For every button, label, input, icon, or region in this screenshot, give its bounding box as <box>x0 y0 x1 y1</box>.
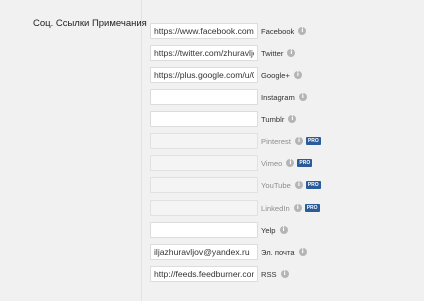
info-icon[interactable]: i <box>286 159 295 167</box>
info-icon[interactable]: i <box>293 71 302 79</box>
social-link-row: Vimeo i PRO <box>150 155 313 171</box>
social-link-label: Twitter <box>261 48 284 58</box>
social-link-label: Facebook <box>261 26 295 36</box>
social-link-label: LinkedIn <box>261 203 290 213</box>
social-link-label: Instagram <box>261 92 295 102</box>
pro-badge: PRO <box>305 137 321 145</box>
social-link-input[interactable] <box>150 67 258 83</box>
social-link-row: Twitteri <box>150 45 296 61</box>
social-link-row: YouTube i PRO <box>150 177 321 193</box>
social-link-row: Google+i <box>150 67 302 83</box>
pro-badge: PRO <box>305 181 321 189</box>
social-link-label: Эл. почта <box>261 247 295 257</box>
social-link-input[interactable] <box>150 266 258 282</box>
social-link-label: Vimeo <box>261 158 283 168</box>
social-link-label: Tumblr <box>261 114 285 124</box>
social-link-label: RSS <box>261 269 277 279</box>
social-link-row: Tumblr i <box>150 111 297 127</box>
social-link-input[interactable] <box>150 222 258 238</box>
social-link-row: Yelp i <box>150 222 288 238</box>
social-link-label: Pinterest <box>261 136 291 146</box>
social-link-row: Pinterest i PRO <box>150 133 321 149</box>
info-icon[interactable]: i <box>293 204 302 212</box>
social-link-input <box>150 133 258 149</box>
social-link-input[interactable] <box>150 89 258 105</box>
pro-badge: PRO <box>297 159 313 167</box>
social-link-row: Эл. почтаi <box>150 244 307 260</box>
social-link-row: LinkedIn i PRO <box>150 200 320 216</box>
social-link-input[interactable] <box>150 45 258 61</box>
info-icon[interactable]: i <box>294 181 303 189</box>
info-icon[interactable]: i <box>298 93 307 101</box>
social-link-input[interactable] <box>150 244 258 260</box>
social-link-label: Google+ <box>261 70 290 80</box>
social-link-row: Facebooki <box>150 23 307 39</box>
info-icon[interactable]: i <box>294 137 303 145</box>
info-icon[interactable]: i <box>280 270 289 278</box>
section-label: Соц. Ссылки Примечания <box>33 18 147 29</box>
column-divider <box>141 0 142 301</box>
social-link-row: Instagram i <box>150 89 307 105</box>
info-icon[interactable]: i <box>288 115 297 123</box>
social-link-input[interactable] <box>150 111 258 127</box>
social-link-input <box>150 155 258 171</box>
social-link-input <box>150 177 258 193</box>
social-link-input[interactable] <box>150 23 258 39</box>
info-icon[interactable]: i <box>279 226 288 234</box>
info-icon[interactable]: i <box>298 248 307 256</box>
social-link-row: RSSi <box>150 266 289 282</box>
social-link-label: YouTube <box>261 180 291 190</box>
social-link-input <box>150 200 258 216</box>
pro-badge: PRO <box>304 204 320 212</box>
info-icon[interactable]: i <box>287 49 296 57</box>
social-link-label: Yelp <box>261 225 276 235</box>
info-icon[interactable]: i <box>298 27 307 35</box>
